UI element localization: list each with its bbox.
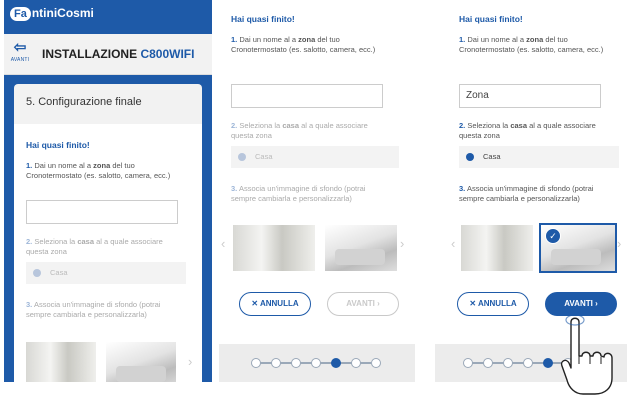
form-panel: Hai quasi finito! 1. Dai un nome al a zo… bbox=[219, 0, 415, 382]
next-button[interactable]: AVANTI › bbox=[327, 292, 399, 316]
page-title: INSTALLAZIONE C800WIFI bbox=[42, 47, 195, 61]
cancel-button[interactable]: ✕ ANNULLA bbox=[239, 292, 311, 316]
hand-pointer-icon bbox=[560, 316, 613, 395]
question-background-image: 3. Associa un'immagine di sfondo (potrai… bbox=[231, 184, 366, 203]
form-card: Hai quasi finito! 1. Dai un nome al a zo… bbox=[14, 124, 202, 382]
pager-dot-5-current bbox=[543, 358, 553, 368]
background-image-option-2[interactable] bbox=[106, 342, 176, 382]
background-image-option-1[interactable] bbox=[461, 225, 533, 271]
zone-name-input[interactable] bbox=[231, 84, 383, 108]
checkmark-icon: ✓ bbox=[545, 228, 561, 244]
question-select-house: 2. Seleziona la casa al a quale associar… bbox=[231, 121, 368, 140]
chevron-right-icon[interactable]: › bbox=[188, 354, 192, 369]
question-background-image: 3. Associa un'immagine di sfondo (potrai… bbox=[459, 184, 594, 203]
pager-dot-1 bbox=[463, 358, 473, 368]
pager-dot-7 bbox=[371, 358, 381, 368]
question-background-image: 3. Associa un'immagine di sfondo (potrai… bbox=[26, 300, 161, 319]
sofa-shape bbox=[551, 249, 601, 265]
house-radio-option-selected[interactable]: Casa bbox=[459, 146, 619, 168]
background-image-option-2-selected[interactable]: ✓ bbox=[539, 223, 617, 273]
form-heading: Hai quasi finito! bbox=[26, 140, 90, 150]
pager-dot-3 bbox=[291, 358, 301, 368]
step-header: 5. Configurazione finale bbox=[14, 84, 202, 124]
step-pager bbox=[219, 344, 415, 382]
background-image-option-1[interactable] bbox=[26, 342, 96, 382]
step-title: 5. Configurazione finale bbox=[26, 96, 142, 108]
back-button[interactable]: ⇦ AVANTI bbox=[7, 39, 33, 69]
sofa-shape bbox=[116, 366, 166, 382]
question-select-house: 2. Seleziona la casa al a quale associar… bbox=[26, 237, 163, 256]
status-bar: Fa ntiniCosmi bbox=[4, 0, 212, 34]
form-heading: Hai quasi finito! bbox=[459, 14, 523, 24]
house-radio-option[interactable]: Casa bbox=[26, 262, 186, 284]
house-radio-option[interactable]: Casa bbox=[231, 146, 399, 168]
pager-dot-6 bbox=[351, 358, 361, 368]
cancel-button[interactable]: ✕ ANNULLA bbox=[457, 292, 529, 316]
pager-dot-5-current bbox=[331, 358, 341, 368]
pager-dot-2 bbox=[271, 358, 281, 368]
question-zone-name: 1. Dai un nome al a zona del tuo Cronote… bbox=[26, 161, 171, 180]
radio-dot-icon bbox=[466, 153, 474, 161]
pager-dots bbox=[219, 358, 415, 368]
question-zone-name: 1. Dai un nome al a zona del tuo Cronote… bbox=[231, 35, 376, 54]
zone-name-input[interactable]: Zona bbox=[459, 84, 601, 108]
chevron-left-icon[interactable]: ‹ bbox=[221, 236, 225, 251]
brand-logo: Fa ntiniCosmi bbox=[10, 6, 94, 21]
question-zone-name: 1. Dai un nome al a zona del tuo Cronote… bbox=[459, 35, 604, 54]
app-header: ⇦ AVANTI INSTALLAZIONE C800WIFI bbox=[4, 34, 212, 75]
chevron-left-icon[interactable]: ‹ bbox=[451, 236, 455, 251]
radio-dot-icon bbox=[238, 153, 246, 161]
pager-dot-2 bbox=[483, 358, 493, 368]
radio-dot-icon bbox=[33, 269, 41, 277]
background-image-option-2[interactable] bbox=[325, 225, 397, 271]
pager-dot-3 bbox=[503, 358, 513, 368]
phone-screen-step-start: Fa ntiniCosmi ⇦ AVANTI INSTALLAZIONE C800… bbox=[4, 0, 212, 382]
background-image-option-1[interactable] bbox=[233, 225, 315, 271]
chevron-right-icon[interactable]: › bbox=[617, 236, 621, 251]
pager-dot-1 bbox=[251, 358, 261, 368]
chevron-right-icon[interactable]: › bbox=[400, 236, 404, 251]
pager-dot-4 bbox=[311, 358, 321, 368]
back-arrow-icon: ⇦ bbox=[13, 39, 27, 56]
pager-dot-4 bbox=[523, 358, 533, 368]
next-button[interactable]: AVANTI › bbox=[545, 292, 617, 316]
phone-screen-step-empty: Hai quasi finito! 1. Dai un nome al a zo… bbox=[219, 0, 415, 382]
question-select-house: 2. Seleziona la casa al a quale associar… bbox=[459, 121, 596, 140]
form-heading: Hai quasi finito! bbox=[231, 14, 295, 24]
zone-name-input[interactable] bbox=[26, 200, 178, 224]
back-label: AVANTI bbox=[10, 57, 30, 63]
sofa-shape bbox=[335, 249, 385, 265]
